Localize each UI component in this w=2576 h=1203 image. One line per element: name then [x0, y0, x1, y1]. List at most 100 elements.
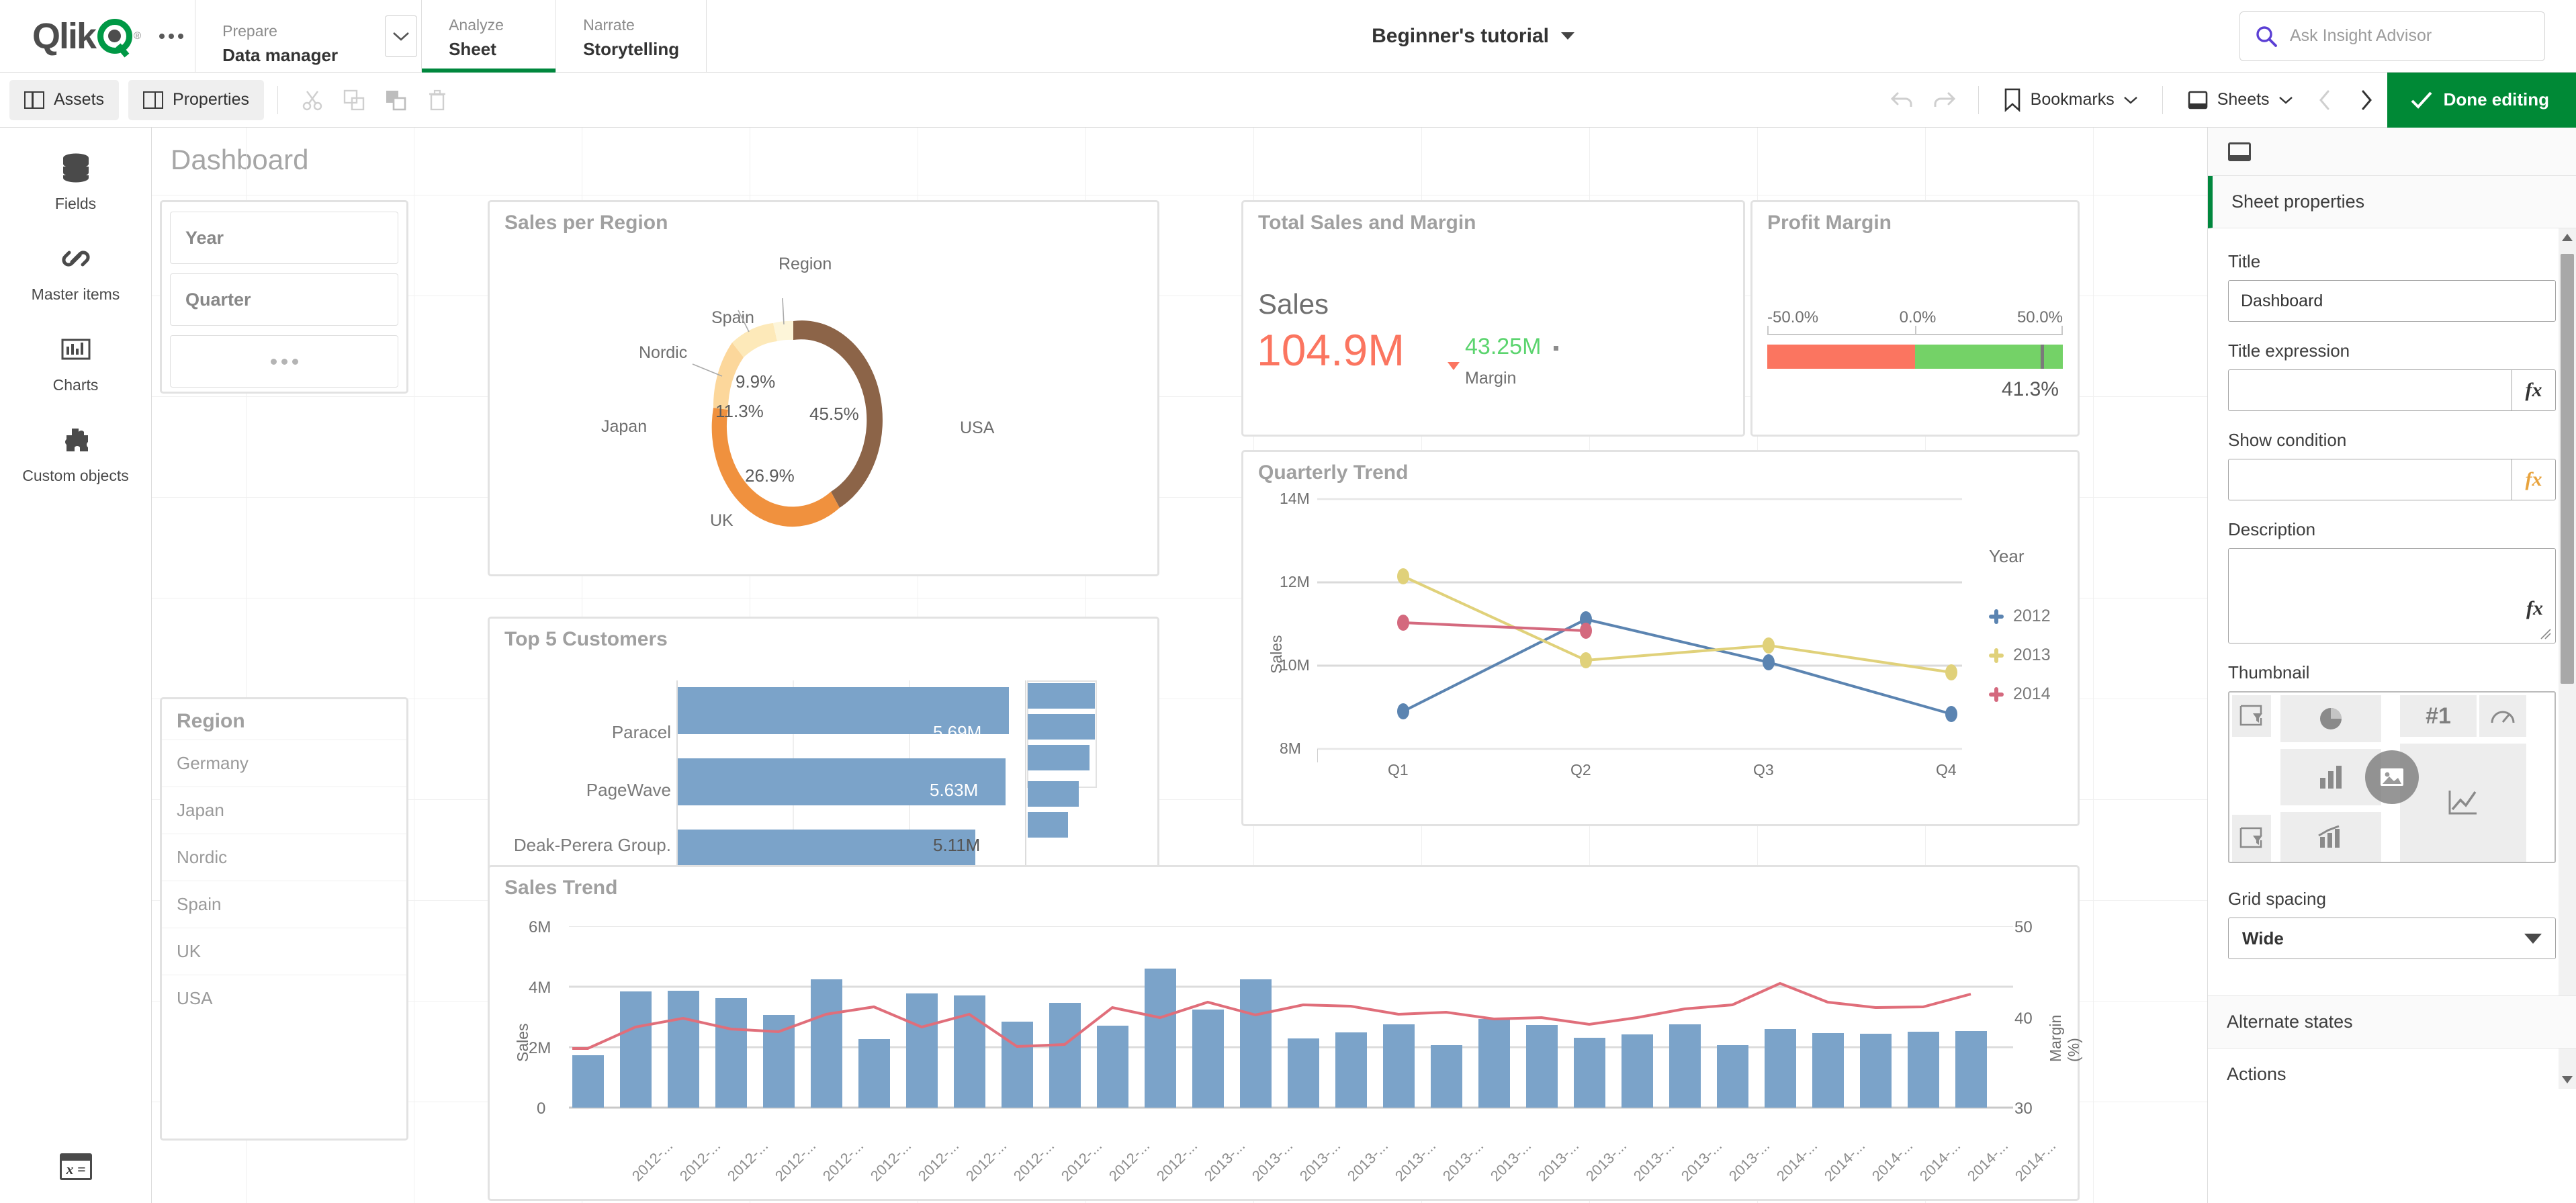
title-expression-row: fx: [2228, 369, 2556, 411]
x-axis-tick: 2014-...: [1916, 1137, 1964, 1185]
sidebar-item-charts[interactable]: Charts: [0, 304, 151, 394]
document-title-dropdown[interactable]: Beginner's tutorial: [706, 0, 2239, 72]
thumb-pie-icon: [2280, 695, 2381, 742]
sheet-canvas[interactable]: Dashboard Year Quarter Region Germany Ja…: [152, 128, 2207, 1203]
nav-main-label: Data manager: [222, 44, 339, 65]
paste-button[interactable]: [375, 81, 416, 119]
y2-axis-label: Margin (%): [2047, 1014, 2082, 1062]
sidebar-bottom-group: x =: [0, 1153, 152, 1180]
title-expression-fx-button[interactable]: fx: [2512, 369, 2556, 411]
bar-value-label: 5.69M: [933, 722, 982, 742]
sheet-properties-tab-icon[interactable]: [2228, 142, 2251, 161]
list-item[interactable]: UK: [162, 928, 406, 975]
kpi-total-sales-and-margin[interactable]: Total Sales and Margin Sales 104.9M 43.2…: [1241, 200, 1745, 437]
list-item[interactable]: Japan: [162, 787, 406, 834]
bar-category-label[interactable]: Deak-Perera Group.: [490, 835, 671, 856]
redo-button[interactable]: [1923, 81, 1965, 119]
sheets-dropdown[interactable]: Sheets: [2176, 89, 2304, 111]
list-item[interactable]: Spain: [162, 881, 406, 928]
toolbar-divider: [2162, 85, 2163, 114]
title-input[interactable]: Dashboard: [2228, 280, 2556, 322]
sidebar-item-custom-objects[interactable]: Custom objects: [0, 394, 151, 485]
actions-section[interactable]: Actions: [2208, 1048, 2576, 1100]
nav-item-sheet[interactable]: Analyze Sheet: [421, 0, 556, 73]
nav-item-prepare[interactable]: Prepare Data manager: [195, 6, 365, 66]
cut-button[interactable]: [292, 81, 333, 119]
donut-value-japan: 11.3%: [715, 401, 764, 421]
grid-spacing-select[interactable]: Wide: [2228, 918, 2556, 959]
donut-chart[interactable]: Region Spain Nordic Japan UK USA 9.9% 11…: [490, 242, 1157, 574]
sidebar-item-fields[interactable]: Fields: [0, 128, 151, 213]
x-axis-tick: 2012-...: [867, 1137, 915, 1185]
list-item[interactable]: Germany: [162, 740, 406, 787]
nav-prepare-dropdown[interactable]: [385, 15, 418, 57]
legend-label: 2014: [2013, 684, 2051, 703]
x-axis-tick: 2013-...: [1200, 1137, 1249, 1185]
variables-icon[interactable]: x =: [60, 1153, 92, 1180]
chart-quarterly-trend[interactable]: Quarterly Trend Sales 14M 12M 10M 8M Q1 …: [1241, 450, 2080, 826]
filter-row-quarter[interactable]: Quarter: [170, 273, 398, 326]
show-condition-input[interactable]: [2228, 459, 2512, 500]
bar-category-label[interactable]: PageWave: [503, 780, 671, 801]
gauge-value-label: 41.3%: [2001, 378, 2059, 400]
undo-button[interactable]: [1881, 81, 1923, 119]
next-sheet-button[interactable]: [2346, 81, 2387, 119]
list-item[interactable]: Nordic: [162, 834, 406, 881]
chart-sales-per-region[interactable]: Sales per Region Region Spain Nordic Jap…: [488, 200, 1159, 576]
qlik-logo[interactable]: Qlik ®: [0, 0, 148, 72]
gauge-track: [1767, 345, 2063, 369]
done-editing-button[interactable]: Done editing: [2387, 72, 2576, 128]
alternate-states-section[interactable]: Alternate states: [2208, 995, 2576, 1048]
thumb-trend-icon: [2280, 812, 2381, 862]
assets-button[interactable]: Assets: [9, 79, 120, 120]
x-axis-tick: 2013-...: [1343, 1137, 1392, 1185]
properties-scrollbar[interactable]: [2559, 228, 2576, 1089]
puzzle-icon: [60, 422, 91, 457]
nav-item-storytelling[interactable]: Narrate Storytelling: [556, 0, 706, 72]
thumbnail-picker[interactable]: #1: [2228, 691, 2556, 863]
sidebar-item-label: Fields: [54, 195, 97, 212]
filterpane-region[interactable]: Region Germany Japan Nordic Spain UK USA: [160, 697, 408, 1141]
resize-grip-icon[interactable]: [2538, 627, 2552, 640]
left-panel-icon: [24, 91, 44, 109]
donut-value-usa: 45.5%: [809, 404, 859, 424]
delete-button[interactable]: [416, 81, 458, 119]
chart-title: Top 5 Customers: [504, 628, 668, 650]
previous-sheet-button[interactable]: [2304, 81, 2346, 119]
filterpane-year-quarter[interactable]: Year Quarter: [160, 200, 408, 394]
thumbnail-image-button[interactable]: [2365, 750, 2419, 804]
description-fx-button[interactable]: fx: [2526, 597, 2543, 620]
app-header: Qlik ® Prepare Data manager Analyze Sheet…: [0, 0, 2576, 73]
copy-button[interactable]: [333, 81, 375, 119]
legend-title: Year: [1989, 546, 2025, 566]
image-icon: [2381, 768, 2403, 786]
legend-item-2012[interactable]: 2012: [1989, 607, 2051, 626]
x-axis-tick: 2014-...: [2011, 1137, 2059, 1185]
list-item[interactable]: USA: [162, 975, 406, 1022]
gauge-profit-margin[interactable]: Profit Margin -50.0% 0.0% 50.0% 41.3%: [1750, 200, 2080, 437]
legend-item-2013[interactable]: 2013: [1989, 645, 2051, 665]
nav-over-label: Prepare: [222, 21, 277, 40]
scroll-up-arrow-icon[interactable]: [2562, 234, 2573, 241]
filter-row-overflow[interactable]: [170, 335, 398, 388]
filter-row-year[interactable]: Year: [170, 212, 398, 264]
x-axis-tick: 2014-...: [1820, 1137, 1869, 1185]
qlik-logo-text: Qlik: [32, 15, 97, 56]
title-expression-input[interactable]: [2228, 369, 2512, 411]
sheet-properties-section-header[interactable]: Sheet properties: [2208, 176, 2576, 228]
insight-advisor-search[interactable]: Ask Insight Advisor: [2239, 11, 2545, 61]
description-textarea[interactable]: fx: [2228, 548, 2556, 643]
bar-category-label[interactable]: Paracel: [503, 722, 671, 743]
show-condition-fx-button[interactable]: fx: [2512, 459, 2556, 500]
scroll-thumb[interactable]: [2561, 254, 2574, 684]
assets-sidebar: Fields Master items Charts Custom object…: [0, 128, 152, 1203]
legend-item-2014[interactable]: 2014: [1989, 684, 2051, 704]
bookmarks-dropdown[interactable]: Bookmarks: [1992, 88, 2149, 112]
chart-sales-trend[interactable]: Sales Trend Sales Margin (%) 6M 4M 2M 0 …: [488, 865, 2082, 1201]
done-editing-label: Done editing: [2443, 89, 2549, 109]
properties-button[interactable]: Properties: [128, 79, 264, 120]
sidebar-item-master-items[interactable]: Master items: [0, 213, 151, 304]
y-axis-tick: 2M: [529, 1039, 551, 1057]
kpi-secondary-label: Margin: [1465, 369, 1517, 388]
overflow-menu-button[interactable]: [148, 0, 195, 72]
